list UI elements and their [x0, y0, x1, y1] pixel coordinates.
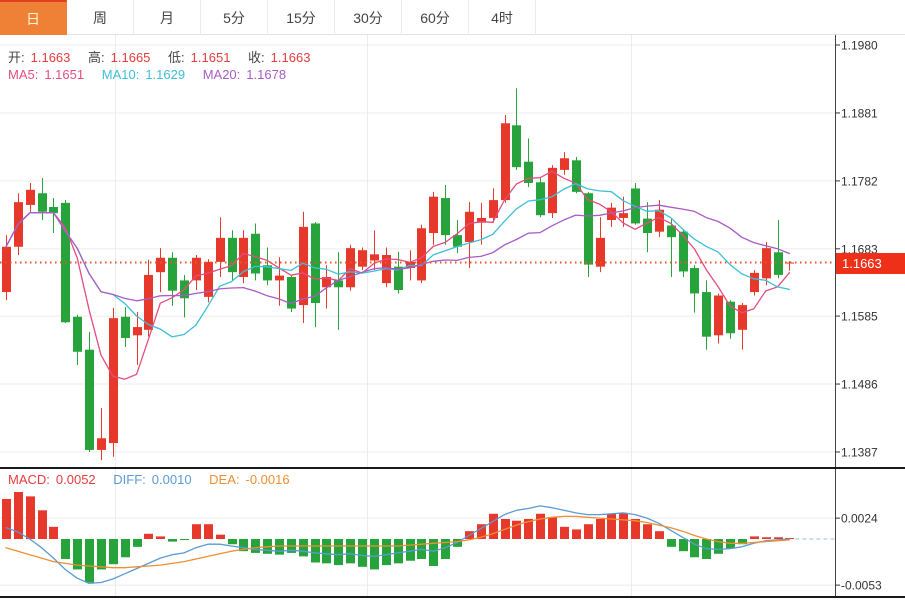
current-price-badge: 1.1663 — [836, 253, 905, 274]
price-axis-label: 1.1387 — [841, 445, 878, 459]
price-axis-label: 1.1881 — [841, 106, 878, 120]
tab-30min[interactable]: 30分 — [335, 0, 402, 35]
diff-value: 0.0010 — [152, 472, 192, 487]
candlesticks — [2, 88, 794, 460]
macd-histogram — [2, 492, 794, 582]
price-axis-label: 1.1585 — [841, 310, 878, 324]
low-value: 1.1651 — [191, 50, 231, 65]
ma-legend: MA5: 1.1651 MA10: 1.1629 MA20: 1.1678 — [8, 67, 292, 82]
close-value: 1.1663 — [271, 50, 311, 65]
open-label: 开: — [8, 50, 25, 65]
tab-5min[interactable]: 5分 — [201, 0, 268, 35]
ma10-value: 1.1629 — [145, 67, 185, 82]
open-value: 1.1663 — [31, 50, 71, 65]
macd-label: MACD: — [8, 472, 50, 487]
ohlc-legend: 开: 1.1663 高: 1.1665 低: 1.1651 收: 1.1663 — [8, 47, 316, 66]
macd-gridlines — [0, 469, 835, 597]
macd-chart[interactable]: 0.0024 -0.0053 — [0, 469, 905, 597]
tab-month[interactable]: 月 — [134, 0, 201, 35]
ma10-label: MA10: — [102, 67, 140, 82]
tab-15min[interactable]: 15分 — [268, 0, 335, 35]
close-label: 收: — [248, 50, 265, 65]
price-axis-label: 1.1486 — [841, 378, 878, 392]
ma5-label: MA5: — [8, 67, 38, 82]
timeframe-tab-bar: 日周月5分15分30分60分4时 — [0, 0, 905, 35]
tab-week[interactable]: 周 — [67, 0, 134, 35]
tab-day[interactable]: 日 — [0, 0, 67, 35]
candlestick-chart[interactable]: 1.19801.18811.17821.16831.15851.14861.13… — [0, 35, 905, 468]
price-axis-label: 1.1782 — [841, 174, 878, 188]
tab-60min[interactable]: 60分 — [402, 0, 469, 35]
high-label: 高: — [88, 50, 105, 65]
tab-4hour[interactable]: 4时 — [469, 0, 536, 35]
macd-axis: 0.0024 -0.0053 — [835, 469, 882, 597]
ma20-value: 1.1678 — [246, 67, 286, 82]
dea-value: -0.0016 — [246, 472, 290, 487]
price-axis: 1.19801.18811.17821.16831.15851.14861.13… — [835, 35, 878, 468]
dea-label: DEA: — [209, 472, 239, 487]
current-price-value: 1.1663 — [842, 256, 882, 271]
macd-legend: MACD: 0.0052 DIFF: 0.0010 DEA: -0.0016 — [8, 472, 296, 487]
macd-value: 0.0052 — [56, 472, 96, 487]
low-label: 低: — [168, 50, 185, 65]
ma5-value: 1.1651 — [44, 67, 84, 82]
macd-axis-label: -0.0053 — [841, 579, 882, 593]
kline-chart-app: 日周月5分15分30分60分4时 1.19801.18811.17821.168… — [0, 0, 905, 602]
panel-separator — [0, 467, 905, 469]
diff-label: DIFF: — [113, 472, 146, 487]
bottom-border — [0, 596, 905, 598]
price-axis-label: 1.1980 — [841, 39, 878, 53]
high-value: 1.1665 — [111, 50, 151, 65]
macd-axis-label: 0.0024 — [841, 512, 878, 526]
ma20-label: MA20: — [203, 67, 241, 82]
